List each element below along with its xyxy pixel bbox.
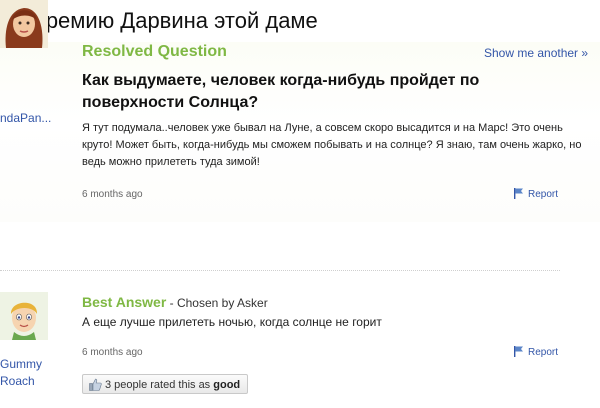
rating-value: good: [213, 379, 241, 391]
rating-button[interactable]: 3 people rated this as good: [82, 374, 249, 394]
answerer-username-line2: Roach: [0, 374, 35, 388]
best-answer-header: Best Answer - Chosen by Asker: [82, 294, 268, 310]
answerer-avatar[interactable]: [0, 292, 48, 340]
resolved-question-label: Resolved Question: [82, 43, 227, 60]
best-answer-label: Best Answer: [82, 294, 167, 310]
question-body: Я тут подумала..человек уже бывал на Лун…: [82, 122, 582, 168]
flag-icon: [514, 188, 524, 202]
asker-avatar[interactable]: [0, 0, 48, 48]
question-timestamp: 6 months ago: [82, 189, 143, 200]
thumbs-up-icon: [89, 378, 102, 398]
chosen-by-asker-label: - Chosen by Asker: [169, 296, 268, 310]
rating-prefix: 3 people rated this as: [105, 379, 211, 391]
answer-timestamp: 6 months ago: [82, 347, 143, 358]
question-report-link[interactable]: Report: [514, 188, 558, 202]
flag-icon: [514, 346, 524, 360]
meme-headline: Премию Дарвина этой даме: [30, 8, 318, 33]
question-title: Как выдумаете, человек когда-нибудь прой…: [82, 72, 480, 111]
report-label: Report: [528, 347, 559, 358]
answer-text: А еще лучше прилететь ночью, когда солнц…: [82, 315, 382, 329]
report-label: Report: [528, 189, 559, 200]
answer-report-link[interactable]: Report: [514, 346, 558, 360]
show-another-link[interactable]: Show me another »: [484, 46, 588, 60]
answerer-username[interactable]: Gummy Roach: [0, 356, 42, 390]
asker-username[interactable]: ndaPan...: [0, 110, 51, 127]
section-divider: [0, 270, 560, 271]
answerer-username-line1: Gummy: [0, 357, 42, 371]
